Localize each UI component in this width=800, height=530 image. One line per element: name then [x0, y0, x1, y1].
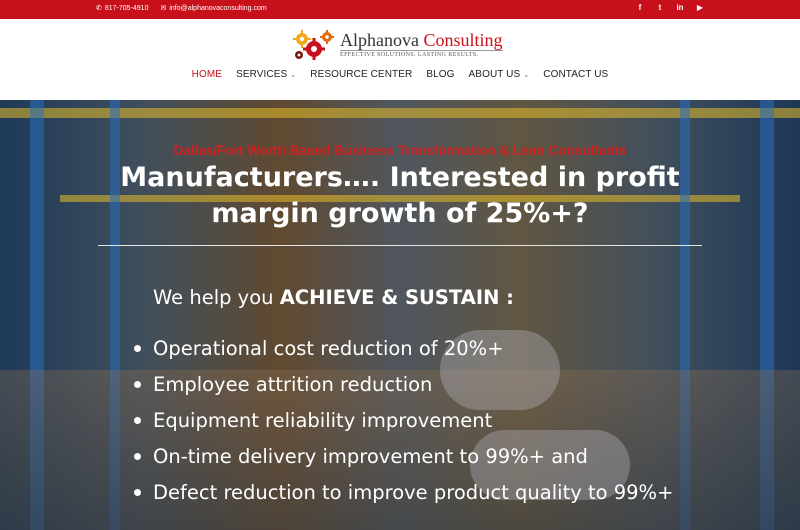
twitter-icon[interactable]: t: [656, 3, 664, 12]
nav-contact-us-label: CONTACT US: [543, 69, 609, 80]
bullet-icon: [134, 452, 141, 460]
list-item: Equipment reliability improvement: [134, 402, 673, 438]
chevron-down-icon: ⌄: [523, 71, 530, 79]
nav-blog-label: BLOG: [426, 69, 455, 80]
youtube-icon[interactable]: ▶: [696, 3, 704, 12]
contact-info: ✆ 817-705-4910 ✉ info@alphanovaconsultin…: [96, 4, 267, 13]
nav-home[interactable]: HOME: [192, 69, 222, 80]
phone-link[interactable]: ✆ 817-705-4910: [96, 4, 149, 13]
list-item-text: Defect reduction to improve product qual…: [153, 480, 674, 504]
main-nav: HOME SERVICES ⌄ RESOURCE CENTER BLOG ABOU…: [0, 69, 800, 80]
hero-section: Dallas/Fort Worth Based Business Transfo…: [0, 100, 800, 530]
top-bar: ✆ 817-705-4910 ✉ info@alphanovaconsultin…: [0, 0, 800, 19]
hero-intro-strong: ACHIEVE & SUSTAIN :: [279, 286, 514, 309]
list-item-text: On-time delivery improvement to 99%+ and: [153, 444, 588, 468]
nav-services[interactable]: SERVICES ⌄: [236, 69, 296, 80]
hero-intro: We help you ACHIEVE & SUSTAIN :: [153, 286, 514, 309]
brand-name-primary: Alphanova: [340, 29, 419, 50]
hero-subtitle: Dallas/Fort Worth Based Business Transfo…: [173, 143, 627, 158]
email-address: info@alphanovaconsulting.com: [169, 4, 267, 12]
bullet-icon: [134, 488, 141, 496]
list-item-text: Operational cost reduction of 20%+: [153, 336, 504, 360]
benefit-list: Operational cost reduction of 20%+ Emplo…: [134, 330, 673, 510]
facebook-icon[interactable]: f: [636, 3, 644, 12]
gears-logo-icon: [293, 30, 334, 60]
nav-contact-us[interactable]: CONTACT US: [543, 69, 608, 80]
social-links: f t in ▶: [636, 3, 704, 12]
hero-headline: Manufacturers…. Interested in profit mar…: [0, 160, 800, 232]
nav-about-us-label: ABOUT US: [468, 69, 521, 80]
chevron-down-icon: ⌄: [290, 71, 297, 79]
brand-name-secondary: Consulting: [418, 29, 503, 50]
nav-home-label: HOME: [191, 69, 223, 80]
bullet-icon: [134, 416, 141, 424]
nav-services-label: SERVICES: [236, 69, 288, 80]
email-link[interactable]: ✉ info@alphanovaconsulting.com: [160, 4, 267, 13]
nav-about-us[interactable]: ABOUT US ⌄: [469, 69, 530, 80]
bullet-icon: [134, 344, 141, 352]
list-item: On-time delivery improvement to 99%+ and: [134, 438, 673, 474]
list-item-text: Employee attrition reduction: [153, 372, 433, 396]
list-item: Employee attrition reduction: [134, 366, 673, 402]
site-header: Alphanova Consulting EFFECTIVE SOLUTIONS…: [0, 19, 800, 100]
hero-intro-prefix: We help you: [153, 286, 280, 309]
list-item: Defect reduction to improve product qual…: [134, 474, 673, 510]
brand-tagline: EFFECTIVE SOLUTIONS. LASTING RESULTS.: [340, 49, 503, 58]
hero-headline-line1: Manufacturers…. Interested in profit: [120, 162, 680, 193]
bullet-icon: [134, 380, 141, 388]
list-item-text: Equipment reliability improvement: [153, 408, 493, 432]
phone-icon: ✆: [96, 5, 102, 12]
nav-blog[interactable]: BLOG: [426, 69, 454, 80]
linkedin-icon[interactable]: in: [676, 3, 684, 12]
list-item: Operational cost reduction of 20%+: [134, 330, 673, 366]
site-logo[interactable]: Alphanova Consulting EFFECTIVE SOLUTIONS…: [290, 25, 503, 63]
email-icon: ✉: [160, 5, 167, 12]
hero-divider: [98, 245, 702, 246]
nav-resource-center[interactable]: RESOURCE CENTER: [310, 69, 412, 80]
hero-headline-line2: margin growth of 25%+?: [211, 198, 589, 229]
brand-name: Alphanova Consulting: [340, 31, 503, 49]
nav-resource-center-label: RESOURCE CENTER: [310, 69, 413, 80]
phone-number: 817-705-4910: [104, 4, 149, 12]
